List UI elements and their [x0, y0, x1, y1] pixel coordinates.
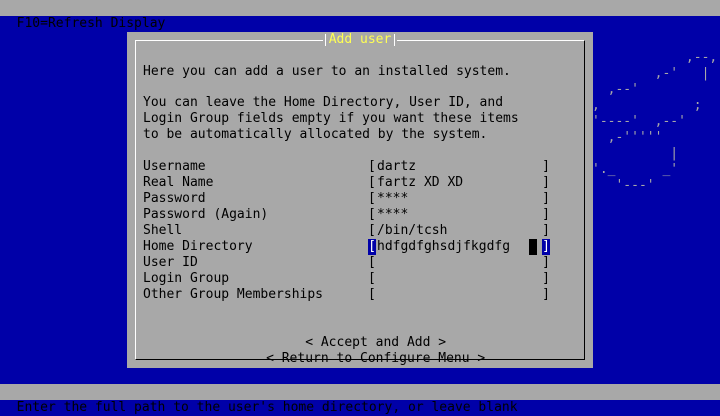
help-line-3: to be automatically allocated by the sys… — [143, 127, 488, 142]
text-cursor — [529, 239, 537, 255]
real-name-field[interactable]: [fartz XD XD] — [368, 175, 550, 191]
label-other-groups: Other Group Memberships — [143, 287, 324, 302]
top-status-bar: F10=Refresh Display — [0, 0, 720, 31]
home-directory-field[interactable]: [hdfgdfghsdjfkgdfg] — [368, 239, 550, 255]
help-line-1: You can leave the Home Directory, User I… — [143, 95, 504, 110]
bottom-help-bar: Enter the full path to the user's home d… — [0, 384, 720, 415]
art-line: '---' — [592, 178, 655, 193]
intro-text: Here you can add a user to an installed … — [143, 64, 511, 79]
art-line: , ; — [592, 98, 702, 113]
label-real-name: Real Name — [143, 175, 214, 190]
return-to-configure-menu-button[interactable]: < Return to Configure Menu > — [266, 351, 485, 366]
art-line: '._ _' — [592, 162, 679, 177]
help-message: Enter the full path to the user's home d… — [16, 400, 518, 415]
user-id-field[interactable]: [] — [368, 255, 550, 271]
art-line: | — [592, 146, 679, 161]
login-group-field[interactable]: [] — [368, 271, 550, 287]
art-line: ,-''''' — [592, 130, 663, 145]
other-groups-field[interactable]: [] — [368, 287, 550, 303]
label-username: Username — [143, 159, 206, 174]
help-line-2: Login Group fields empty if you want the… — [143, 111, 519, 126]
label-password: Password — [143, 191, 206, 206]
art-line: ,--, — [592, 50, 718, 65]
label-home-directory: Home Directory — [143, 239, 253, 254]
dialog-title: Add user — [322, 32, 398, 48]
decorative-ascii-art: ,--, ,-' | ,--' , ; '----' ,--' ,-''''' … — [592, 34, 717, 194]
username-field[interactable]: [dartz] — [368, 159, 550, 175]
shell-field[interactable]: [/bin/tcsh] — [368, 223, 550, 239]
password-again-field[interactable]: [****] — [368, 207, 550, 223]
password-field[interactable]: [****] — [368, 191, 550, 207]
label-user-id: User ID — [143, 255, 198, 270]
label-login-group: Login Group — [143, 271, 230, 286]
art-line: '----' ,--' — [592, 114, 686, 129]
refresh-hint: F10=Refresh Display — [16, 16, 166, 31]
art-line: ,-' | — [592, 66, 710, 81]
add-user-dialog: Add user Here you can add a user to an i… — [127, 32, 593, 368]
label-shell: Shell — [143, 223, 183, 238]
label-password-again: Password (Again) — [143, 207, 269, 222]
art-line: ,--' — [592, 82, 702, 97]
